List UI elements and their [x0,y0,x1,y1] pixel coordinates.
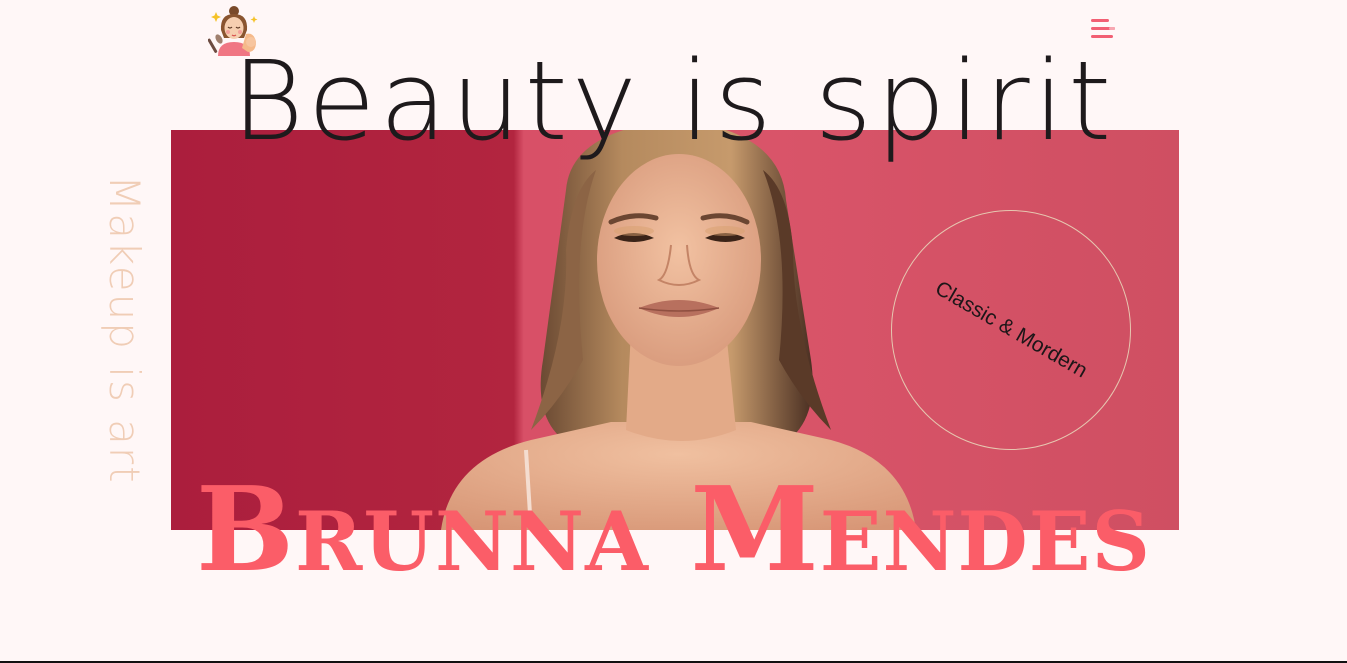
artist-name: Brunna Mendes [196,462,1151,598]
style-badge: Classic & Mordern [891,210,1131,450]
badge-text: Classic & Mordern [931,276,1092,383]
hero-headline: Beauty is spirit [231,37,1116,165]
vertical-tagline: Makeup is art [100,175,149,485]
